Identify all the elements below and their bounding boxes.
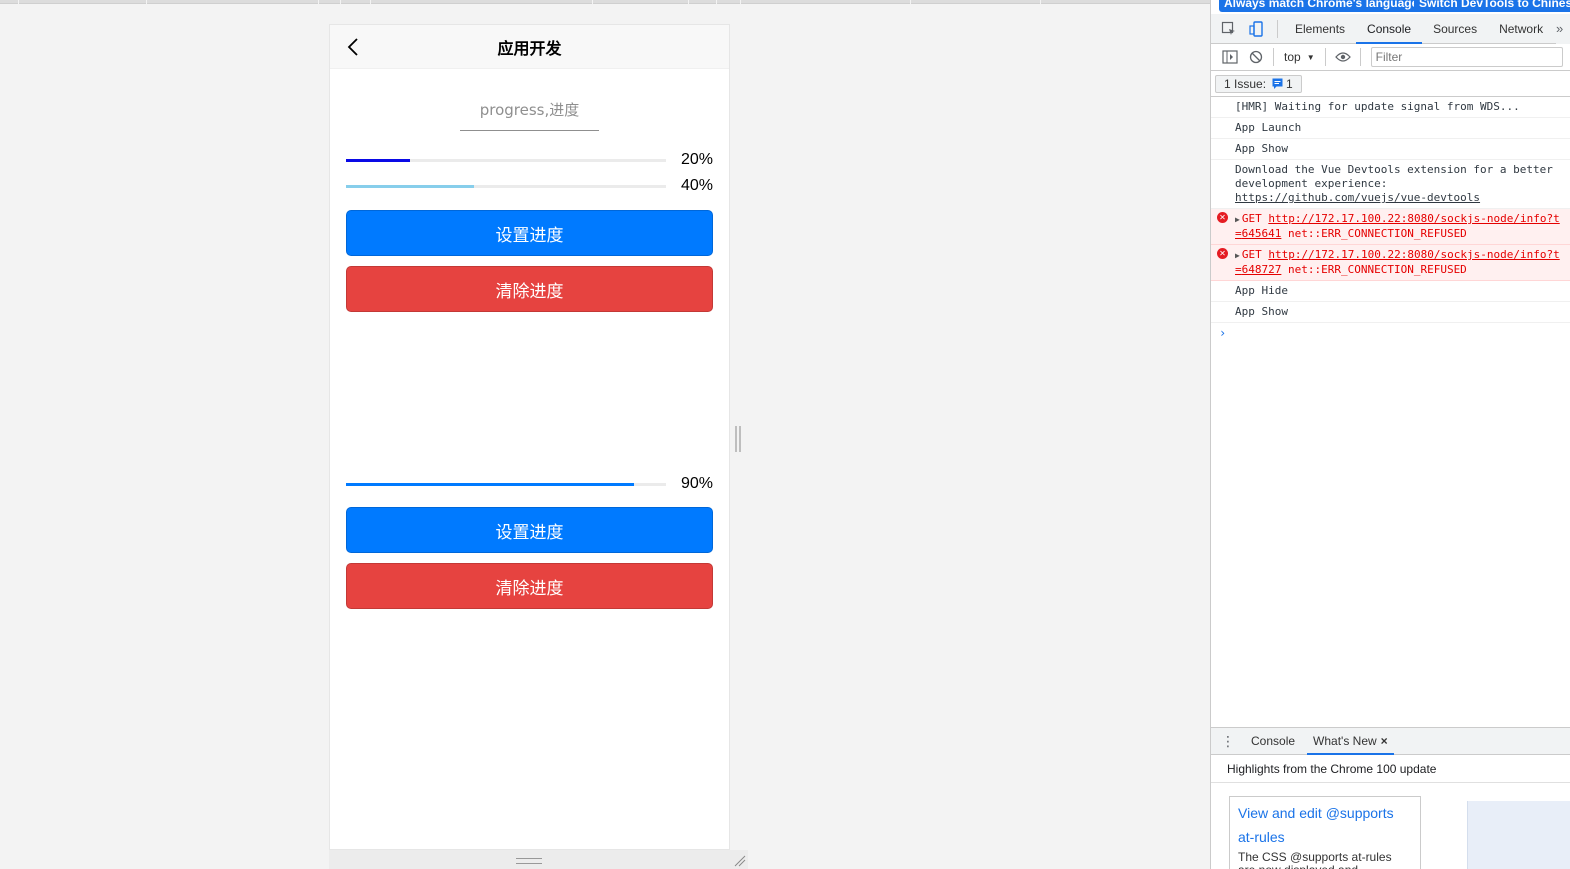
progress-fill [346,184,474,188]
console-message-text: Download the Vue Devtools extension for … [1235,163,1553,190]
error-url-tail[interactable]: 645641 [1242,227,1282,240]
whats-new-heading: Highlights from the Chrome 100 update [1211,755,1570,783]
mobile-device-frame: 应用开发 progress,进度 20% 40% 设置进度 清除进度 90% 设… [329,24,730,850]
tab-network[interactable]: Network [1488,14,1554,44]
device-ruler [0,0,1210,4]
page-title: 应用开发 [497,38,562,58]
progress-percent-label: 20% [680,151,713,168]
console-message: App Show [1211,139,1570,160]
progress-track [346,482,666,486]
resize-grip-icon[interactable] [516,858,542,864]
console-toolbar: top ▼ Filter [1211,44,1570,71]
card-title[interactable]: View and edit @supports at-rules [1238,801,1412,849]
issue-flag-icon: 1 [1272,77,1293,91]
live-expression-eye-icon[interactable] [1330,46,1356,68]
drawer-menu-icon[interactable]: ⋮ [1211,733,1245,750]
error-text: net::ERR_CONNECTION_REFUSED [1288,263,1467,276]
drawer-tab-whats-new[interactable]: What's New × [1307,728,1394,755]
tab-sources[interactable]: Sources [1422,14,1488,44]
resize-handle-icon[interactable] [734,426,742,452]
set-progress-button[interactable]: 设置进度 [346,210,713,256]
card-image [1467,801,1570,869]
switch-chinese-button[interactable]: Switch DevTools to Chinese [1414,0,1570,12]
language-banner: Always match Chrome's language Switch De… [1211,0,1570,14]
section-heading: progress,进度 [346,99,713,131]
clear-console-icon[interactable] [1243,46,1269,68]
progress-fill [346,158,410,162]
clear-progress-button[interactable]: 清除进度 [346,563,713,609]
device-bottom-resizer[interactable] [329,850,748,869]
drawer-tab-whats-new-label: What's New [1313,733,1377,748]
error-icon: ✕ [1217,248,1228,259]
error-icon: ✕ [1217,212,1228,223]
issues-label: 1 Issue: [1224,76,1267,91]
console-prompt[interactable]: › [1211,323,1570,343]
expand-triangle-icon[interactable]: ▶ [1235,249,1240,263]
tab-console[interactable]: Console [1356,14,1423,44]
issues-count: 1 [1286,76,1293,91]
issues-button[interactable]: 1 Issue: 1 [1215,74,1302,93]
console-message: Download the Vue Devtools extension for … [1211,160,1570,209]
card-body: The CSS @supports at-rules are now displ… [1238,850,1392,869]
progress-percent-label: 40% [680,177,713,194]
console-message: App Show [1211,302,1570,323]
toolbar-separator [1324,48,1326,66]
error-text: net::ERR_CONNECTION_REFUSED [1288,227,1467,240]
console-error: ✕ ▶ GET http://172.17.100.22:8080/sockjs-… [1211,245,1570,281]
section-heading-text: progress,进度 [459,99,600,131]
corner-resize-icon[interactable] [734,855,746,867]
more-tabs-icon[interactable]: » [1556,14,1570,44]
progress-percent-label: 90% [680,475,713,492]
devtools-panel: Always match Chrome's language Switch De… [1210,0,1570,869]
close-icon[interactable]: × [1381,734,1388,748]
progress-track [346,158,666,162]
dropdown-arrow-icon: ▼ [1306,52,1315,62]
filter-input[interactable]: Filter [1370,47,1563,67]
error-method: GET [1241,248,1262,261]
drawer-tabbar: ⋮ Console What's New × [1211,728,1570,755]
progress-row: 20% [346,147,713,173]
console-message: App Launch [1211,118,1570,139]
match-language-button[interactable]: Always match Chrome's language [1219,0,1424,12]
toolbar-separator [1359,48,1361,66]
progress-fill [346,482,634,486]
progress-track [346,184,666,188]
toolbar-separator [1273,48,1274,66]
page-content: progress,进度 20% 40% 设置进度 清除进度 90% 设置进度 清… [330,99,729,609]
devtools-tabbar: Elements Console Sources Network » [1211,14,1570,44]
whats-new-card[interactable]: View and edit @supports at-rules The CSS… [1229,796,1421,869]
progress-group-2: 90% 设置进度 清除进度 [346,471,713,609]
error-url-tail[interactable]: 648727 [1242,263,1282,276]
context-selector-label: top [1284,50,1301,64]
console-message: [HMR] Waiting for update signal from WDS… [1211,97,1570,118]
clear-progress-button[interactable]: 清除进度 [346,266,713,312]
sidebar-toggle-icon[interactable] [1217,46,1243,68]
progress-row: 90% [346,471,713,497]
context-selector[interactable]: top ▼ [1278,50,1321,64]
progress-group-1: 20% 40% 设置进度 清除进度 [346,147,713,312]
drawer-tab-console[interactable]: Console [1245,728,1301,755]
console-message: App Hide [1211,281,1570,302]
back-arrow-icon[interactable] [342,35,366,59]
device-toolbar-icon[interactable] [1243,14,1271,44]
console-output: [HMR] Waiting for update signal from WDS… [1211,97,1570,343]
devtools-drawer: ⋮ Console What's New × Highlights from th… [1211,727,1570,869]
error-method: GET [1241,212,1262,225]
tab-elements[interactable]: Elements [1284,14,1356,44]
console-error: ✕ ▶ GET http://172.17.100.22:8080/sockjs-… [1211,209,1570,245]
progress-row: 40% [346,173,713,199]
tab-separator [1277,19,1278,38]
expand-triangle-icon[interactable]: ▶ [1235,213,1240,227]
issues-bar: 1 Issue: 1 [1211,71,1570,97]
inspect-element-icon[interactable] [1215,14,1243,44]
console-link[interactable]: https://github.com/vuejs/vue-devtools [1235,191,1480,204]
set-progress-button[interactable]: 设置进度 [346,507,713,553]
navigation-bar: 应用开发 [330,25,729,69]
